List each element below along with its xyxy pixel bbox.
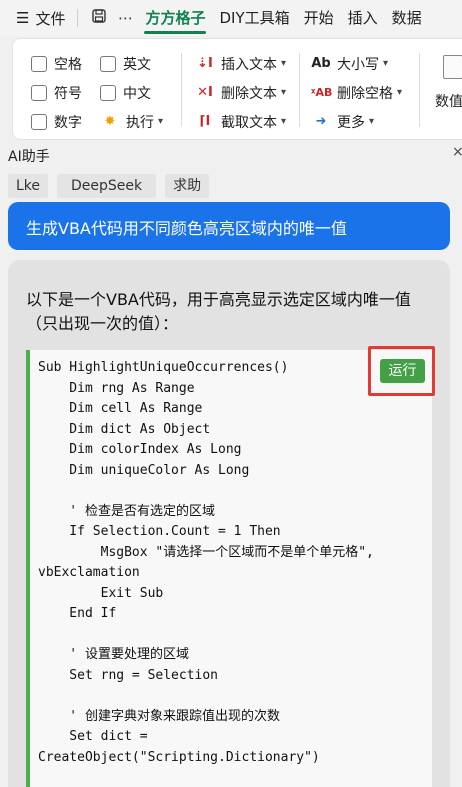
insert-text-label: 插入文本 <box>221 56 277 73</box>
file-menu-label: 文件 <box>35 9 66 28</box>
execute-button[interactable]: ✸ 执行 ▾ <box>100 107 163 136</box>
chip-deepseek[interactable]: DeepSeek <box>57 174 157 198</box>
more-label: 更多 <box>337 114 365 131</box>
run-button[interactable]: 运行 <box>380 359 425 383</box>
checkbox-box[interactable] <box>31 84 47 101</box>
case-group: Ab 大小写 ▾ ᵡAB 删除空格 ▾ ➜ 更多 ▾ <box>311 49 402 136</box>
tab-home[interactable]: 开始 <box>297 0 341 36</box>
user-message: 生成VBA代码用不同颜色高亮区域内的唯一值 <box>8 202 450 250</box>
checkbox-box[interactable] <box>31 113 47 130</box>
chevron-down-icon: ▾ <box>383 58 389 69</box>
checkbox-label: 数字 <box>54 114 82 131</box>
chevron-down-icon: ▾ <box>281 116 287 127</box>
tab-data[interactable]: 数据 <box>385 0 429 36</box>
checkbox-chinese[interactable]: 中文 <box>100 78 163 107</box>
extract-text-button[interactable]: ⌈I 截取文本 ▾ <box>195 107 286 136</box>
numeric-icon <box>443 55 462 79</box>
case-icon: Ab <box>311 56 331 71</box>
divider <box>419 53 420 127</box>
divider <box>181 53 182 127</box>
chevron-down-icon: ▾ <box>281 87 287 98</box>
chip-help[interactable]: 求助 <box>165 174 210 198</box>
delete-text-label: 删除文本 <box>221 85 277 102</box>
numeric-label: 数值 <box>435 94 462 110</box>
more-icon[interactable]: ⋯ <box>112 9 138 27</box>
chevron-down-icon: ▾ <box>281 58 287 69</box>
checkbox-group-1: 空格 符号 数字 <box>31 49 82 136</box>
delete-space-button[interactable]: ᵡAB 删除空格 ▾ <box>311 78 402 107</box>
checkbox-box[interactable] <box>31 55 47 72</box>
extract-text-label: 截取文本 <box>221 114 277 131</box>
tab-ffgz[interactable]: 方方格子 <box>138 0 212 36</box>
hamburger-icon: ☰ <box>16 9 30 27</box>
top-tab-bar: ☰ 文件 ⋯ 方方格子 DIY工具箱 开始 插入 数据 <box>0 0 462 36</box>
arrow-right-icon: ➜ <box>315 114 327 129</box>
ai-assistant-title: AI助手 <box>8 149 50 165</box>
chevron-down-icon: ▾ <box>158 116 164 127</box>
ribbon: 空格 符号 数字 英文 中文 ✸ 执行 ▾ ⇣I 插入文本 ▾ ✕I 删除文本 ▾ ⌈… <box>12 38 462 140</box>
checkbox-english[interactable]: 英文 <box>100 49 163 78</box>
case-button[interactable]: Ab 大小写 ▾ <box>311 49 402 78</box>
delete-text-button[interactable]: ✕I 删除文本 ▾ <box>195 78 286 107</box>
case-label: 大小写 <box>337 56 379 73</box>
text-ops-group: ⇣I 插入文本 ▾ ✕I 删除文本 ▾ ⌈I 截取文本 ▾ <box>195 49 286 136</box>
answer-intro-text: 以下是一个VBA代码，用于高亮显示选定区域内唯一值（只出现一次的值）： <box>26 290 411 333</box>
checkbox-box[interactable] <box>100 55 116 72</box>
delete-space-label: 删除空格 <box>337 85 393 102</box>
checkbox-label: 空格 <box>54 56 82 73</box>
chevron-down-icon: ▾ <box>369 116 375 127</box>
run-button-highlight: 运行 <box>368 346 435 396</box>
tab-diy-toolbox[interactable]: DIY工具箱 <box>212 0 296 36</box>
checkbox-label: 符号 <box>54 85 82 102</box>
execute-label: 执行 <box>126 114 154 131</box>
file-menu[interactable]: ☰ 文件 <box>0 8 65 29</box>
vba-code: Sub HighlightUniqueOccurrences() Dim rng… <box>38 360 374 765</box>
checkbox-space[interactable]: 空格 <box>31 49 82 78</box>
sparkle-hand-icon: ✸ <box>104 114 116 129</box>
divider <box>77 9 79 27</box>
insert-text-icon: ⇣I <box>197 56 213 71</box>
tab-insert[interactable]: 插入 <box>341 0 385 36</box>
checkbox-symbol[interactable]: 符号 <box>31 78 82 107</box>
delete-text-icon: ✕I <box>197 85 213 100</box>
extract-text-icon: ⌈I <box>199 114 211 129</box>
numeric-button[interactable]: 数值 <box>431 51 462 121</box>
save-icon[interactable] <box>86 8 112 28</box>
checkbox-number[interactable]: 数字 <box>31 107 82 136</box>
delete-space-icon: ᵡAB <box>311 86 333 99</box>
checkbox-box[interactable] <box>100 84 116 101</box>
more-button[interactable]: ➜ 更多 ▾ <box>311 107 402 136</box>
code-block: Sub HighlightUniqueOccurrences() Dim rng… <box>26 350 432 787</box>
divider <box>299 53 300 127</box>
close-icon[interactable]: × <box>452 144 462 160</box>
model-chips: Lke DeepSeek 求助 <box>8 174 210 198</box>
chevron-down-icon: ▾ <box>397 87 403 98</box>
insert-text-button[interactable]: ⇣I 插入文本 ▾ <box>195 49 286 78</box>
checkbox-label: 英文 <box>123 56 151 73</box>
checkbox-label: 中文 <box>123 85 151 102</box>
chip-lke[interactable]: Lke <box>8 174 49 198</box>
checkbox-group-2: 英文 中文 ✸ 执行 ▾ <box>100 49 163 136</box>
